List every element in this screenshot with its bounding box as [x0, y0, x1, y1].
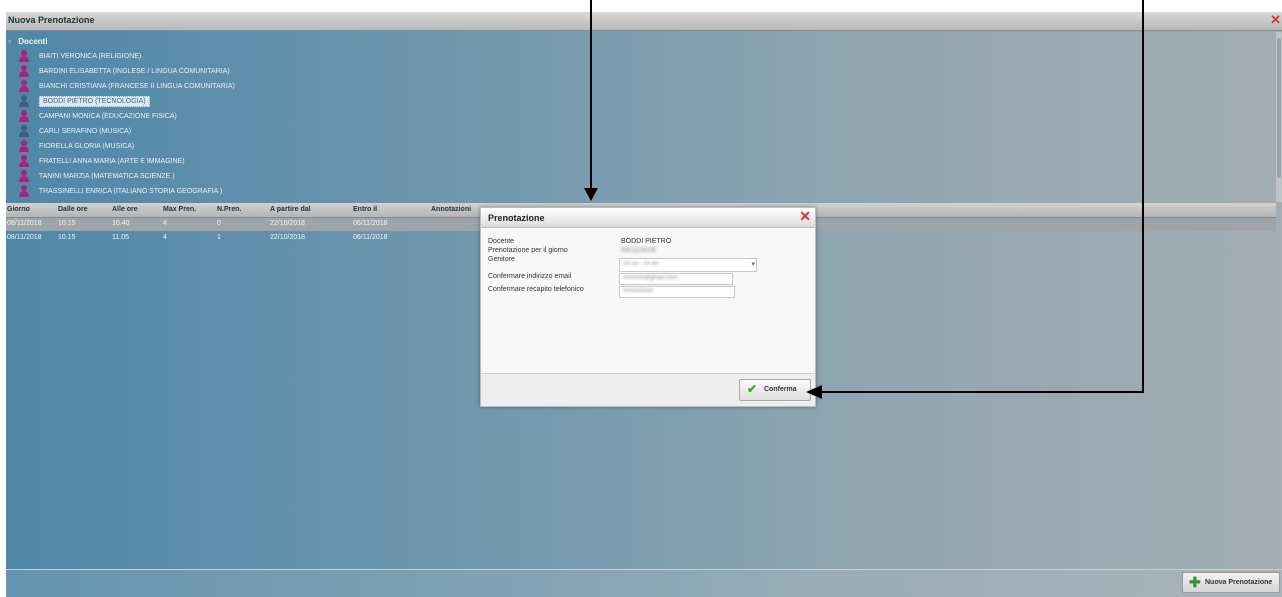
teacher-value: BODDI PIETRO [621, 238, 672, 245]
cell: 4 [163, 234, 167, 241]
cell: 10.15 [58, 220, 76, 227]
tree-item-teacher[interactable]: BIANCHI CRISTIANA (FRANCESE II LINGUA CO… [18, 80, 235, 94]
person-icon [18, 185, 30, 197]
cell: 06/11/2018 [353, 220, 388, 227]
annotation-arrowhead-down [584, 188, 598, 201]
tree-item-teacher-selected[interactable]: BODDI PIETRO (TECNOLOGIA) [18, 95, 150, 109]
annotation-arrow-line [590, 0, 592, 192]
phone-field-value: xxxxxxxxxx [623, 288, 653, 294]
tree-item-label: TRASSINELLI ENRICA (ITALIANO STORIA GEOG… [38, 187, 223, 195]
tree-item-teacher[interactable]: BARDINI ELISABETTA (INGLESE / LINGUA COM… [18, 65, 230, 79]
column-header[interactable]: Entro il [353, 206, 377, 213]
tree-item-label: FIORELLA GLORIA (MUSICA) [38, 142, 135, 150]
close-icon[interactable]: ✕ [799, 209, 811, 223]
teacher-label: Docente [488, 238, 515, 245]
person-icon [18, 95, 30, 107]
new-booking-button[interactable]: ✚ Nuova Prenotazione [1182, 572, 1280, 593]
cell: 08/11/2018 [7, 234, 42, 241]
cell: 0 [217, 220, 221, 227]
dialog-header: Prenotazione ✕ [481, 208, 815, 228]
booking-dialog: Prenotazione ✕ Docente BODDI PIETRO Pren… [480, 207, 816, 407]
person-icon [18, 50, 30, 62]
tree-item-label: FRATELLI ANNA MARIA (ARTE E IMMAGINE) [38, 157, 185, 165]
tree-item-label: CAMPANI MONICA (EDUCAZIONE FISICA) [38, 112, 177, 120]
cell: 11.05 [112, 234, 129, 241]
window-titlebar: Nuova Prenotazione ✕ [6, 12, 1282, 31]
tree-item-teacher[interactable]: FRATELLI ANNA MARIA (ARTE E IMMAGINE) [18, 155, 185, 169]
tree-scrollbar[interactable] [1276, 32, 1282, 202]
check-icon: ✔ [747, 382, 758, 396]
tree-item-teacher[interactable]: CAMPANI MONICA (EDUCAZIONE FISICA) [18, 110, 177, 124]
day-label: Prenotazione per il giorno [488, 247, 568, 254]
tree-item-teacher[interactable]: CARLI SERAFINO (MUSICA) [18, 125, 131, 139]
expand-icon[interactable]: ▫ [8, 36, 16, 46]
confirm-label: Conferma [764, 386, 797, 393]
dialog-title: Prenotazione [488, 213, 545, 223]
tree-item-teacher[interactable]: TANINI MARZIA (MATEMATICA SCIENZE ) [18, 170, 175, 184]
column-header[interactable]: Alle ore [112, 206, 138, 213]
tree-item-teacher[interactable]: FIORELLA GLORIA (MUSICA) [18, 140, 134, 154]
tree-root[interactable]: ▫ Docenti [8, 36, 48, 48]
phone-field[interactable]: xxxxxxxxxx [619, 286, 735, 298]
tree-item-teacher[interactable]: TRASSINELLI ENRICA (ITALIANO STORIA GEOG… [18, 185, 222, 199]
dialog-footer: ✔ Conferma [481, 373, 815, 406]
person-icon [18, 140, 30, 152]
tree-root-label: Docenti [18, 37, 48, 46]
scrollbar-thumb[interactable] [1277, 38, 1281, 178]
teacher-tree: ▫ Docenti BIAITI VERONICA (RELIGIONE) BA… [6, 32, 1276, 202]
tree-item-label: TANINI MARZIA (MATEMATICA SCIENZE ) [38, 172, 175, 180]
cell: 1 [217, 234, 221, 241]
column-header[interactable]: N.Pren. [217, 206, 242, 213]
confirm-button[interactable]: ✔ Conferma [739, 379, 811, 401]
close-icon[interactable]: ✕ [1270, 12, 1281, 28]
tree-item-label: BIAITI VERONICA (RELIGIONE) [38, 52, 142, 60]
column-header[interactable]: Dalle ore [58, 206, 88, 213]
person-icon [18, 155, 30, 167]
cell: 10.15 [58, 234, 76, 241]
cell: 06/11/2018 [353, 234, 388, 241]
cell: 10.40 [112, 220, 130, 227]
annotation-arrowhead-left [806, 385, 822, 399]
dialog-body: Docente BODDI PIETRO Prenotazione per il… [481, 228, 815, 374]
tree-item-label: BODDI PIETRO (TECNOLOGIA) [38, 95, 150, 107]
annotation-arrow-line [820, 391, 1144, 393]
column-header[interactable]: Max Pren. [163, 206, 196, 213]
phone-label: Confermare recapito telefonico [488, 286, 584, 293]
window-title: Nuova Prenotazione [8, 15, 95, 25]
bottom-toolbar: ✚ Nuova Prenotazione [6, 569, 1282, 597]
person-icon [18, 65, 30, 77]
tree-item-label: CARLI SERAFINO (MUSICA) [38, 127, 132, 135]
tree-item-label: BIANCHI CRISTIANA (FRANCESE II LINGUA CO… [38, 82, 235, 90]
cell: 08/11/2018 [7, 220, 42, 227]
cell: 4 [163, 220, 167, 227]
parent-select-value: 10.15 - 10.40 [623, 261, 659, 267]
cell: 22/10/2018 [270, 234, 306, 241]
person-icon [18, 170, 30, 182]
parent-label: Genitore [488, 256, 515, 263]
email-field[interactable]: xxxxxxx@gmail.com [619, 273, 733, 285]
plus-icon: ✚ [1189, 574, 1201, 590]
column-header[interactable]: Annotazioni [431, 206, 471, 213]
person-icon [18, 80, 30, 92]
day-value: 08/11/2018 [621, 247, 656, 254]
column-header[interactable]: A partire dal [270, 206, 311, 213]
email-field-value: xxxxxxx@gmail.com [623, 275, 678, 281]
tree-item-label: BARDINI ELISABETTA (INGLESE / LINGUA COM… [38, 67, 230, 75]
chevron-down-icon[interactable]: ▾ [751, 260, 755, 268]
annotation-arrow-line [1142, 0, 1144, 392]
person-icon [18, 125, 30, 137]
parent-select[interactable]: 10.15 - 10.40 ▾ [619, 258, 757, 272]
cell: 22/10/2018 [270, 220, 306, 227]
tree-item-teacher[interactable]: BIAITI VERONICA (RELIGIONE) [18, 50, 141, 64]
new-booking-label: Nuova Prenotazione [1205, 579, 1273, 586]
email-label: Confermare indirizzo email [488, 273, 572, 280]
column-header[interactable]: Giorno [7, 206, 30, 213]
person-icon [18, 110, 30, 122]
